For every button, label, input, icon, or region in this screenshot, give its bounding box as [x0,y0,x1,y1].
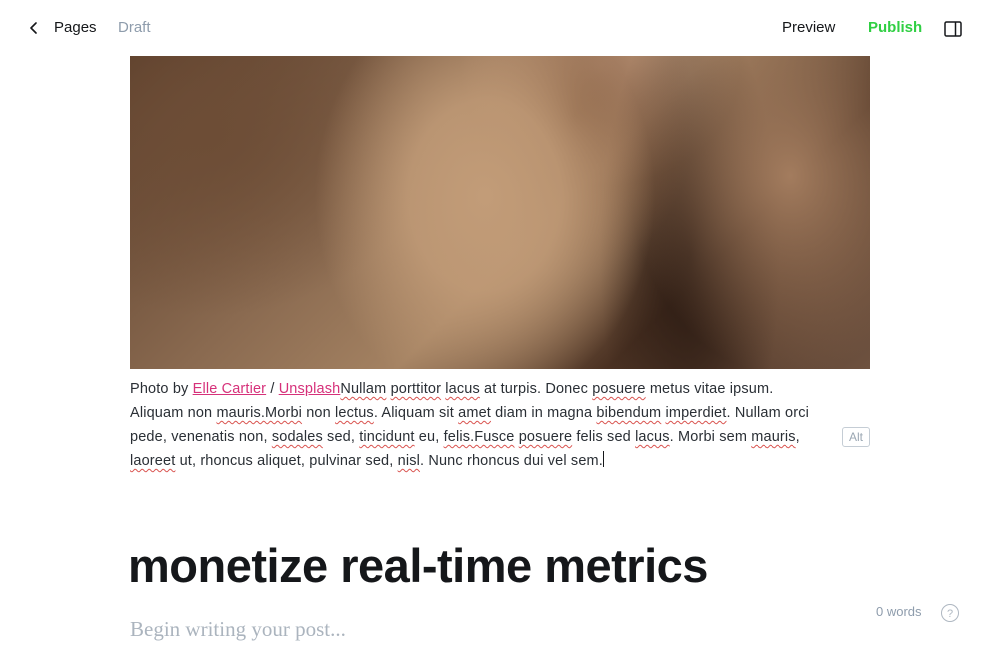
author-link[interactable]: Elle Cartier [193,381,267,397]
misspelled-word: amet [458,405,491,421]
misspelled-word: imperdiet [665,405,727,421]
source-link[interactable]: Unsplash [279,381,341,397]
caption-text-segment: eu, [414,429,444,445]
breadcrumb-pages[interactable]: Pages [54,19,97,36]
misspelled-word: nisl [397,453,420,469]
image-caption[interactable]: Photo by Elle Cartier / UnsplashNullam p… [130,377,810,473]
feature-image[interactable] [130,56,870,369]
caption-separator: / [266,381,279,397]
post-body-editor[interactable]: Begin writing your post... [130,617,346,642]
caption-text-segment: . Morbi sem [669,429,752,445]
help-button[interactable]: ? [941,604,959,622]
caption-text-segment: diam in magna [490,405,597,421]
misspelled-word: posuere [592,381,646,397]
caption-text-segment: felis sed [572,429,636,445]
caption-text-segment: non [302,405,336,421]
misspelled-word: laoreet [130,453,176,469]
back-button[interactable] [24,18,44,38]
caption-prefix: Photo by [130,381,193,397]
caption-text-segment: , [795,429,800,445]
caption-text-segment: . Aliquam sit [373,405,459,421]
misspelled-word: sodales [271,429,323,445]
word-count: 0 words [876,604,922,619]
misspelled-word: mauris [751,429,796,445]
misspelled-word: tincidunt [359,429,415,445]
sidebar-toggle-icon[interactable] [943,19,963,39]
editor-header: Pages Draft Preview Publish [0,0,1000,56]
post-title[interactable]: monetize real-time metrics [128,534,888,598]
preview-button[interactable]: Preview [782,19,835,36]
publish-button[interactable]: Publish [868,19,922,36]
misspelled-word: posuere [518,429,573,445]
caption-text-segment: . Nunc rhoncus dui vel sem. [419,453,603,469]
caption-text-segment: ut, rhoncus aliquet, pulvinar sed, [175,453,398,469]
caption-text-segment: sed, [322,429,360,445]
misspelled-word: porttitor [390,381,442,397]
misspelled-word: lacus [635,429,670,445]
misspelled-word: lacus [445,381,480,397]
alt-text-button[interactable]: Alt [842,427,870,447]
caption-text-segment: at turpis. Donec [479,381,593,397]
text-cursor [602,451,604,467]
misspelled-word: mauris.Morbi [216,405,303,421]
misspelled-word: bibendum [596,405,662,421]
misspelled-word: felis.Fusce [443,429,515,445]
post-status-label: Draft [118,19,151,36]
misspelled-word: lectus [335,405,374,421]
misspelled-word: Nullam [340,381,387,397]
chevron-left-icon [30,22,37,34]
